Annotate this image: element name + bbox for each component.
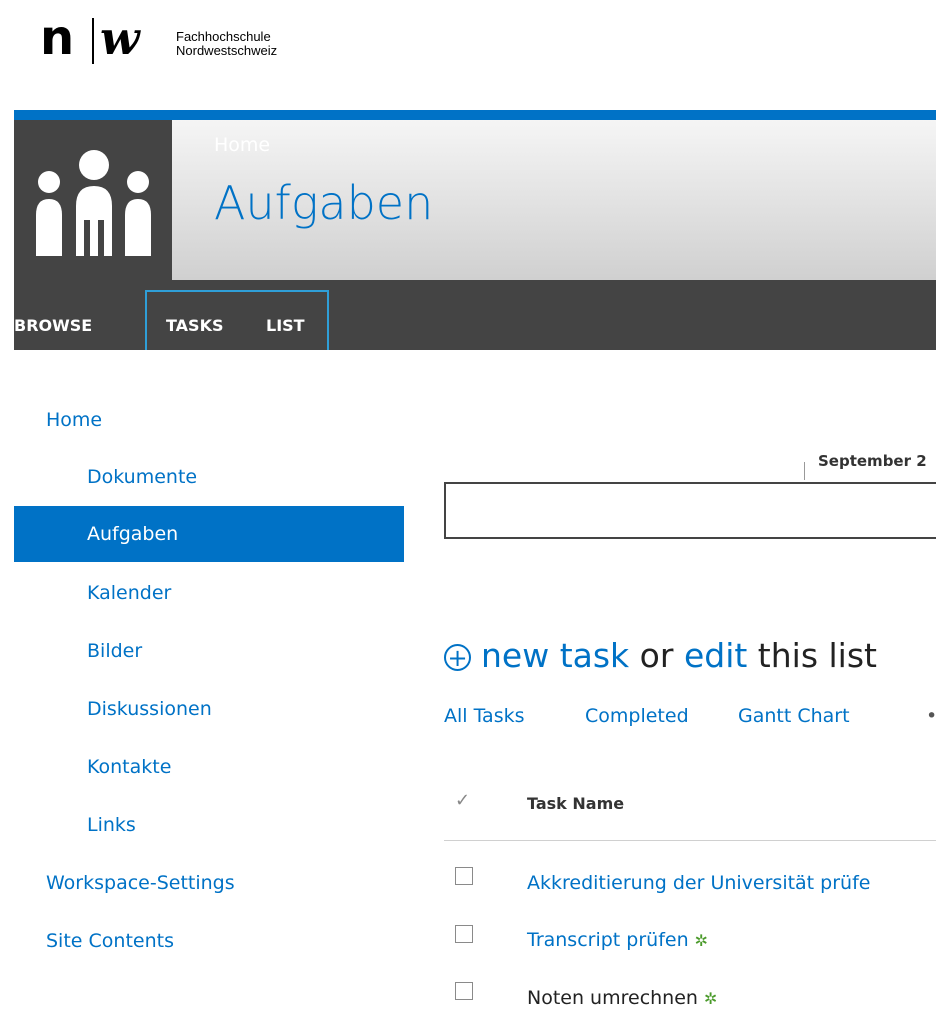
nav-item-dokumente[interactable]: Dokumente: [87, 449, 197, 505]
tab-tasks[interactable]: TASKS: [166, 314, 224, 350]
logo-text: Fachhochschule Nordwestschweiz: [176, 30, 277, 58]
view-gantt-chart[interactable]: Gantt Chart: [738, 705, 850, 727]
logo-n: n: [40, 10, 75, 66]
task-name-noten[interactable]: Noten umrechnen: [527, 987, 698, 1009]
site-logo[interactable]: [14, 120, 172, 280]
new-task-line: + new task or edit this list: [444, 636, 877, 675]
column-header-task-name[interactable]: Task Name: [527, 794, 624, 813]
nav-item-diskussionen[interactable]: Diskussionen: [87, 681, 212, 737]
logo-line-1: Fachhochschule: [176, 29, 271, 44]
view-all-tasks[interactable]: All Tasks: [444, 705, 525, 727]
page-header: Home Aufgaben: [14, 120, 936, 280]
edit-list-link[interactable]: edit: [684, 636, 747, 675]
row-checkbox[interactable]: [455, 867, 473, 885]
logo-w: w: [100, 11, 140, 65]
logo-divider: [92, 18, 94, 64]
logo-line-2: Nordwestschweiz: [176, 43, 278, 58]
nav-item-links[interactable]: Links: [87, 797, 136, 853]
nav-item-kalender[interactable]: Kalender: [87, 565, 171, 621]
ribbon: BROWSE TASKS LIST: [14, 280, 936, 350]
nav-site-contents[interactable]: Site Contents: [46, 913, 174, 969]
nav-home[interactable]: Home: [46, 392, 102, 448]
new-item-icon: ✲: [694, 931, 709, 950]
nav-item-kontakte[interactable]: Kontakte: [87, 739, 171, 795]
timeline-tick: [804, 462, 805, 480]
view-completed[interactable]: Completed: [585, 705, 689, 727]
task-row-noten: Noten umrechnen ✲: [527, 987, 717, 1009]
tab-browse[interactable]: BROWSE: [14, 314, 92, 350]
nav-workspace-settings[interactable]: Workspace-Settings: [46, 855, 235, 911]
or-text: or: [639, 636, 674, 675]
task-row-transcript: Transcript prüfen ✲: [527, 929, 708, 951]
this-list-text: this list: [757, 636, 877, 675]
row-checkbox[interactable]: [455, 982, 473, 1000]
select-all-checkmark-icon[interactable]: ✓: [455, 790, 470, 811]
add-icon[interactable]: +: [444, 644, 471, 671]
row-checkbox[interactable]: [455, 925, 473, 943]
task-link-transcript[interactable]: Transcript prüfen: [527, 929, 689, 951]
tab-list[interactable]: LIST: [266, 314, 305, 350]
timeline-month-label: September 2: [818, 452, 927, 470]
fhnw-logo: n w Fachhochschule Nordwestschweiz: [40, 8, 360, 68]
nav-item-aufgaben[interactable]: Aufgaben: [14, 506, 404, 562]
new-task-link[interactable]: new task: [481, 636, 629, 675]
nav-item-bilder[interactable]: Bilder: [87, 623, 142, 679]
new-item-icon: ✲: [703, 989, 718, 1008]
people-icon: [36, 150, 151, 256]
timeline-bar[interactable]: [444, 482, 936, 539]
more-views-icon[interactable]: ••: [926, 705, 936, 727]
task-link-akkreditierung[interactable]: Akkreditierung der Universität prüfe: [527, 872, 870, 894]
suite-bar: [14, 110, 936, 120]
breadcrumb[interactable]: Home: [214, 134, 270, 156]
page-title[interactable]: Aufgaben: [214, 176, 433, 230]
header-divider: [444, 840, 936, 841]
